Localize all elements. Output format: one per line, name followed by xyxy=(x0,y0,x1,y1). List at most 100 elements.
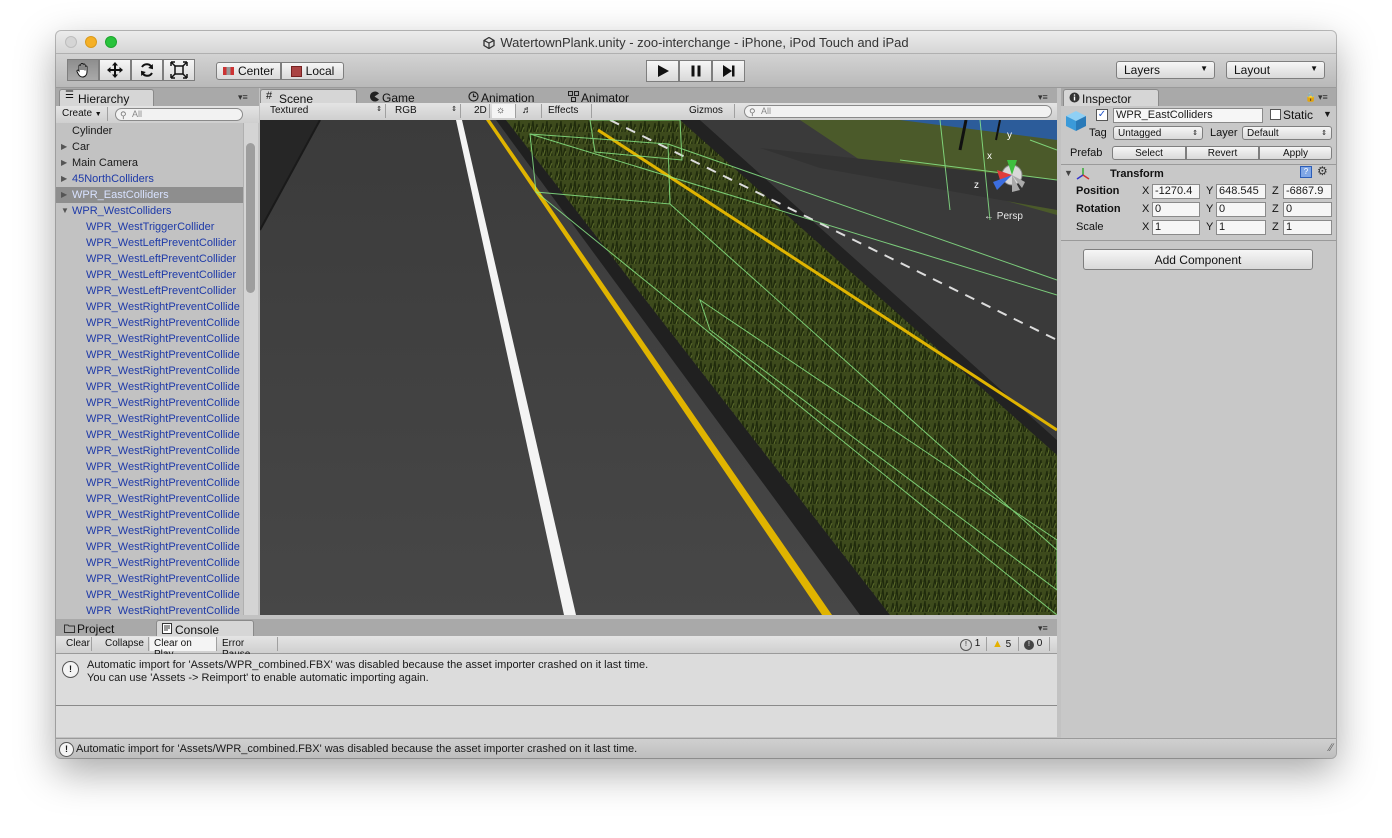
hierarchy-item[interactable]: ▼ WPR_WestColliders xyxy=(56,203,244,219)
pivot-local-button[interactable]: Local xyxy=(281,62,344,80)
object-name-field[interactable]: WPR_EastColliders xyxy=(1113,108,1263,123)
hierarchy-item[interactable]: WPR_WestRightPreventCollide xyxy=(56,379,244,395)
hierarchy-item[interactable]: WPR_WestLeftPreventCollider xyxy=(56,267,244,283)
scale-z-field[interactable]: 1 xyxy=(1283,220,1332,235)
gear-icon[interactable]: ⚙ xyxy=(1317,164,1328,178)
tab-project[interactable]: Project xyxy=(59,620,151,637)
position-y-field[interactable]: 648.545 xyxy=(1216,184,1266,199)
prefab-revert-button[interactable]: Revert xyxy=(1186,146,1259,160)
hierarchy-item[interactable]: WPR_WestRightPreventCollide xyxy=(56,555,244,571)
scale-x-field[interactable]: 1 xyxy=(1152,220,1200,235)
position-z-field[interactable]: -6867.9 xyxy=(1283,184,1332,199)
scene-view[interactable]: y x z ← Persp xyxy=(260,120,1057,615)
panel-menu-icon[interactable]: ▾≡ xyxy=(238,92,248,103)
foldout-expanded-icon[interactable]: ▼ xyxy=(61,203,69,219)
tab-hierarchy[interactable]: ☰ Hierarchy xyxy=(59,89,154,106)
prefab-select-button[interactable]: Select xyxy=(1112,146,1186,160)
scene-search-input[interactable]: ⚲ All xyxy=(744,105,1052,118)
hierarchy-item[interactable]: WPR_WestRightPreventCollide xyxy=(56,347,244,363)
static-checkbox[interactable] xyxy=(1270,109,1281,120)
rotate-tool-button[interactable] xyxy=(131,59,163,81)
hierarchy-item[interactable]: ▶ Car xyxy=(56,139,244,155)
warning-filter-toggle[interactable]: ▲ 5 xyxy=(988,637,1019,651)
layer-dropdown[interactable]: Default ⇕ xyxy=(1242,126,1332,140)
error-pause-toggle[interactable]: Error Pause xyxy=(218,637,278,660)
persp-label[interactable]: ← Persp xyxy=(984,211,1023,222)
position-x-field[interactable]: -1270.4 xyxy=(1152,184,1200,199)
hierarchy-item[interactable]: ▶ 45NorthColliders xyxy=(56,171,244,187)
tab-inspector[interactable]: Inspector xyxy=(1063,89,1159,106)
hierarchy-search-input[interactable]: ⚲ All xyxy=(115,108,243,121)
effects-dropdown[interactable]: Effects ▼ xyxy=(544,104,592,126)
foldout-collapsed-icon[interactable]: ▶ xyxy=(61,171,67,187)
status-bar[interactable]: ! Automatic import for 'Assets/WPR_combi… xyxy=(56,738,1336,758)
layout-dropdown[interactable]: Layout ▼ xyxy=(1226,61,1325,79)
foldout-collapsed-icon[interactable]: ▶ xyxy=(61,139,67,155)
hierarchy-item[interactable]: ▶ Main Camera xyxy=(56,155,244,171)
hierarchy-item[interactable]: WPR_WestRightPreventCollide xyxy=(56,411,244,427)
hierarchy-item[interactable]: WPR_WestRightPreventCollide xyxy=(56,331,244,347)
error-filter-toggle[interactable]: ! 0 xyxy=(1020,637,1050,651)
foldout-collapsed-icon[interactable]: ▶ xyxy=(61,187,67,203)
help-book-icon[interactable]: ? xyxy=(1300,166,1312,178)
lighting-toggle[interactable]: ☼ xyxy=(492,104,516,118)
prefab-apply-button[interactable]: Apply xyxy=(1259,146,1332,160)
info-filter-toggle[interactable]: ! 1 xyxy=(956,637,987,651)
hierarchy-item[interactable]: WPR_WestRightPreventCollide xyxy=(56,587,244,603)
play-button[interactable] xyxy=(646,60,679,82)
panel-menu-icon[interactable]: ▾≡ xyxy=(1318,92,1328,103)
pause-button[interactable] xyxy=(679,60,712,82)
rotation-y-field[interactable]: 0 xyxy=(1216,202,1266,217)
hierarchy-item[interactable]: WPR_WestRightPreventCollide xyxy=(56,507,244,523)
active-checkbox[interactable]: ✓ xyxy=(1096,109,1108,121)
scale-y-field[interactable]: 1 xyxy=(1216,220,1266,235)
scrollbar-thumb[interactable] xyxy=(246,143,255,293)
rotation-z-field[interactable]: 0 xyxy=(1283,202,1332,217)
clear-button[interactable]: Clear xyxy=(62,637,92,651)
tab-console[interactable]: Console xyxy=(156,620,254,637)
tag-dropdown[interactable]: Untagged ⇕ xyxy=(1113,126,1203,140)
hierarchy-item[interactable]: WPR_WestRightPreventCollide xyxy=(56,475,244,491)
hierarchy-item[interactable]: WPR_WestRightPreventCollide xyxy=(56,315,244,331)
draw-mode-dropdown[interactable]: Textured ⇕ xyxy=(266,104,386,118)
hierarchy-item[interactable]: WPR_WestRightPreventCollide xyxy=(56,363,244,379)
hierarchy-item[interactable]: WPR_WestRightPreventCollide xyxy=(56,459,244,475)
hierarchy-item[interactable]: WPR_WestLeftPreventCollider xyxy=(56,235,244,251)
hierarchy-item[interactable]: WPR_WestRightPreventCollide xyxy=(56,395,244,411)
create-button[interactable]: Create ▼ xyxy=(58,107,108,121)
resize-grip-icon[interactable]: ∕∕ xyxy=(1329,742,1333,754)
add-component-button[interactable]: Add Component xyxy=(1083,249,1313,270)
hierarchy-item[interactable]: Cylinder xyxy=(56,123,244,139)
panel-menu-icon[interactable]: ▾≡ xyxy=(1038,623,1048,634)
move-tool-button[interactable] xyxy=(99,59,131,81)
rotation-x-field[interactable]: 0 xyxy=(1152,202,1200,217)
clear-on-play-toggle[interactable]: Clear on Play xyxy=(150,637,217,660)
hierarchy-item[interactable]: WPR_WestRightPreventCollide xyxy=(56,603,244,615)
hierarchy-item[interactable]: WPR_WestRightPreventCollide xyxy=(56,443,244,459)
hierarchy-item[interactable]: WPR_WestRightPreventCollide xyxy=(56,427,244,443)
layers-dropdown[interactable]: Layers ▼ xyxy=(1116,61,1215,79)
foldout-arrow-icon[interactable]: ▼ xyxy=(1064,168,1073,178)
render-mode-dropdown[interactable]: RGB ⇕ xyxy=(391,104,461,118)
hierarchy-scrollbar[interactable] xyxy=(243,123,258,615)
hierarchy-item[interactable]: WPR_WestRightPreventCollide xyxy=(56,571,244,587)
lock-icon[interactable]: 🔒 xyxy=(1305,92,1316,103)
scale-tool-button[interactable] xyxy=(163,59,195,81)
hierarchy-item[interactable]: WPR_WestRightPreventCollide xyxy=(56,491,244,507)
hierarchy-item[interactable]: WPR_WestRightPreventCollide xyxy=(56,523,244,539)
hierarchy-item[interactable]: WPR_WestLeftPreventCollider xyxy=(56,283,244,299)
hierarchy-item[interactable]: WPR_WestTriggerCollider xyxy=(56,219,244,235)
foldout-collapsed-icon[interactable]: ▶ xyxy=(61,155,67,171)
audio-toggle[interactable]: ♬ xyxy=(518,104,542,118)
gizmos-dropdown[interactable]: Gizmos ▼ xyxy=(685,104,735,126)
step-button[interactable] xyxy=(712,60,745,82)
static-dropdown-arrow[interactable]: ▼ xyxy=(1323,109,1332,119)
pivot-center-button[interactable]: Center xyxy=(216,62,281,80)
hierarchy-item[interactable]: ▶ WPR_EastColliders xyxy=(56,187,244,203)
hierarchy-item[interactable]: WPR_WestLeftPreventCollider xyxy=(56,251,244,267)
panel-menu-icon[interactable]: ▾≡ xyxy=(1038,92,1048,103)
hierarchy-item[interactable]: WPR_WestRightPreventCollide xyxy=(56,539,244,555)
2d-toggle[interactable]: 2D xyxy=(470,104,490,118)
hand-tool-button[interactable] xyxy=(67,59,99,81)
scene-viewport[interactable]: y x z ← Persp xyxy=(260,120,1057,615)
